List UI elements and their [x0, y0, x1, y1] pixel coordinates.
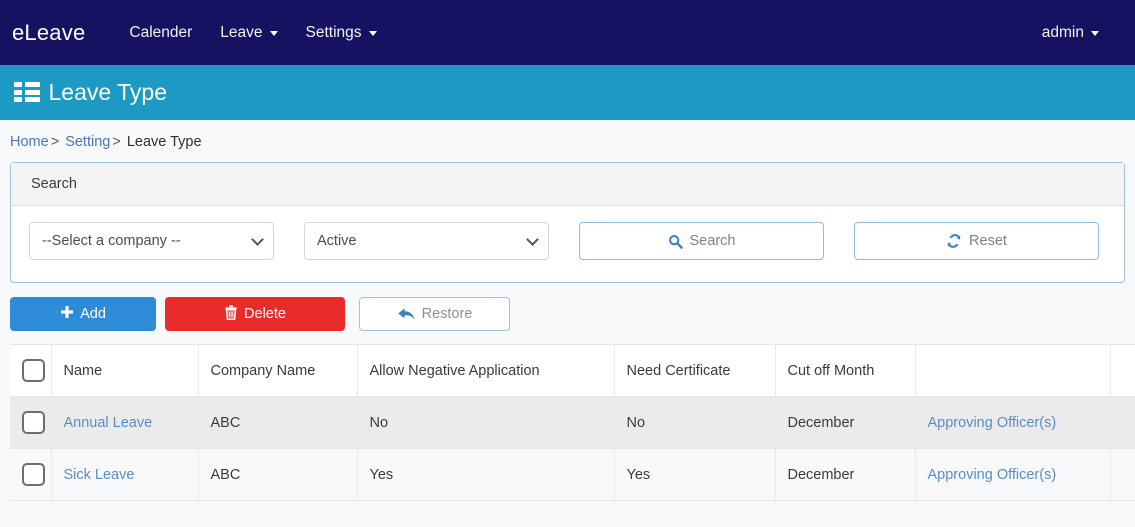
cell-name: Sick Leave: [51, 448, 199, 501]
row-checkbox[interactable]: [22, 411, 45, 434]
cell-approving-officers: Approving Officer(s): [915, 448, 1111, 501]
column-header-approving: [915, 344, 1111, 397]
search-icon: [668, 234, 683, 249]
column-header-actions: [1110, 344, 1135, 397]
user-menu[interactable]: admin: [1028, 16, 1113, 50]
nav-item-leave-label: Leave: [220, 23, 263, 41]
nav-menu: Calender Leave Settings: [115, 16, 390, 50]
select-all-header: [10, 344, 52, 397]
reset-button[interactable]: Reset: [854, 222, 1099, 260]
company-select[interactable]: --Select a company --: [29, 222, 274, 260]
breadcrumb: Home > Setting > Leave Type: [0, 120, 1135, 162]
chevron-down-icon: [1091, 31, 1099, 36]
select-all-checkbox[interactable]: [22, 359, 45, 382]
delete-button[interactable]: Delete: [165, 297, 345, 331]
table-header-row: Name Company Name Allow Negative Applica…: [10, 344, 1135, 397]
status-select-wrapper: Active: [304, 222, 549, 260]
restore-button-label: Restore: [421, 306, 473, 322]
leave-type-link[interactable]: Sick Leave: [64, 467, 135, 483]
table-body: Annual Leave ABC No No December Approvin…: [10, 396, 1135, 501]
cell-cut-off-month: December: [775, 396, 916, 449]
cell-cut-off-month: December: [775, 448, 916, 501]
add-button-label: Add: [80, 306, 106, 322]
cell-allow-negative: Yes: [357, 448, 615, 501]
column-header-cut-off-month[interactable]: Cut off Month: [775, 344, 916, 397]
column-header-name[interactable]: Name: [51, 344, 199, 397]
page-content: Search --Select a company -- Active Sear…: [0, 162, 1135, 501]
row-select-cell: [10, 448, 52, 501]
top-navbar: eLeave Calender Leave Settings admin: [0, 0, 1135, 65]
search-button-label: Search: [689, 233, 736, 249]
leave-type-table: Name Company Name Allow Negative Applica…: [10, 344, 1135, 501]
breadcrumb-setting[interactable]: Setting: [65, 134, 110, 150]
column-header-need-certificate[interactable]: Need Certificate: [614, 344, 776, 397]
page-title-text: Leave Type: [48, 79, 168, 105]
sync-icon: [946, 233, 962, 249]
nav-item-settings-label: Settings: [305, 23, 362, 41]
chevron-down-icon: [269, 31, 278, 36]
cell-allow-negative: No: [357, 396, 615, 449]
breadcrumb-separator: >: [50, 134, 60, 150]
search-panel-header: Search: [11, 163, 1124, 206]
nav-user-area: admin: [1028, 16, 1113, 50]
breadcrumb-separator: >: [112, 134, 121, 150]
cell-need-certificate: No: [614, 396, 776, 449]
row-checkbox[interactable]: [22, 463, 45, 486]
restore-button[interactable]: Restore: [359, 297, 510, 331]
column-header-company-name[interactable]: Company Name: [198, 344, 358, 397]
page-title: Leave Type: [14, 79, 167, 106]
company-select-wrapper: --Select a company --: [29, 222, 274, 260]
column-header-allow-negative-application[interactable]: Allow Negative Application: [357, 344, 615, 397]
table-header: Name Company Name Allow Negative Applica…: [10, 344, 1135, 397]
delete-button-label: Delete: [244, 306, 286, 322]
trash-icon: [224, 304, 238, 324]
nav-item-calender[interactable]: Calender: [115, 16, 206, 50]
cell-approving-officers: Approving Officer(s): [915, 396, 1111, 449]
cell-company: ABC: [198, 396, 358, 449]
approving-officers-link[interactable]: Approving Officer(s): [928, 415, 1057, 431]
table-row: Sick Leave ABC Yes Yes December Approvin…: [10, 448, 1135, 501]
nav-item-calender-label: Calender: [129, 23, 193, 41]
leave-type-link[interactable]: Annual Leave: [64, 415, 153, 431]
leave-type-table-wrapper: Name Company Name Allow Negative Applica…: [10, 344, 1135, 501]
brand-logo[interactable]: eLeave: [12, 20, 85, 46]
breadcrumb-home[interactable]: Home: [10, 134, 49, 150]
search-panel-body: --Select a company -- Active Search Rese…: [11, 206, 1124, 282]
status-select[interactable]: Active: [304, 222, 549, 260]
th-list-icon: [14, 82, 40, 102]
breadcrumb-current: Leave Type: [126, 134, 202, 150]
cell-company: ABC: [198, 448, 358, 501]
cell-need-certificate: Yes: [614, 448, 776, 501]
cell-name: Annual Leave: [51, 396, 199, 449]
reply-arrow-icon: [397, 306, 416, 322]
cell-actions: [1110, 396, 1135, 449]
plus-icon: [60, 305, 74, 323]
add-button[interactable]: Add: [10, 297, 156, 331]
table-row: Annual Leave ABC No No December Approvin…: [10, 396, 1135, 449]
row-select-cell: [10, 396, 52, 449]
page-header-bar: Leave Type: [0, 65, 1135, 120]
chevron-down-icon: [368, 31, 377, 36]
search-button[interactable]: Search: [579, 222, 824, 260]
search-panel: Search --Select a company -- Active Sear…: [10, 162, 1125, 283]
reset-button-label: Reset: [969, 233, 1007, 249]
nav-item-leave[interactable]: Leave: [206, 16, 291, 50]
action-toolbar: Add Delete Restore: [10, 283, 1125, 331]
user-menu-label: admin: [1041, 23, 1084, 41]
approving-officers-link[interactable]: Approving Officer(s): [928, 467, 1057, 483]
nav-item-settings[interactable]: Settings: [292, 16, 391, 50]
cell-actions: [1110, 448, 1135, 501]
